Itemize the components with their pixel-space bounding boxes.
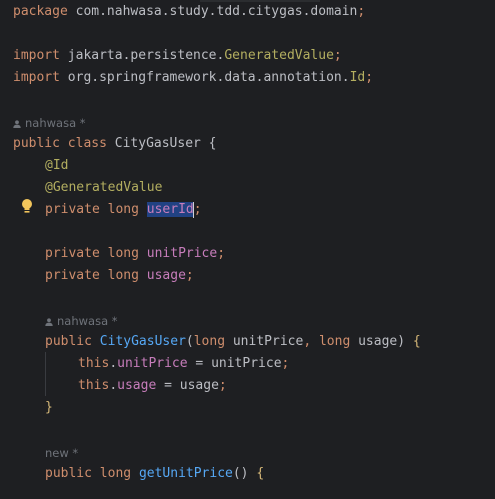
close-brace: }	[45, 400, 53, 415]
code-line-field-usage[interactable]: private long usage;	[45, 265, 194, 287]
param-name: usage	[358, 334, 398, 349]
semicolon: ;	[333, 48, 342, 63]
annotation: @GeneratedValue	[45, 180, 163, 195]
keyword: import	[13, 48, 60, 63]
class-author-hint[interactable]: nahwasa *	[13, 114, 86, 132]
code-line-field-unitprice[interactable]: private long unitPrice;	[45, 243, 225, 265]
indent-guide	[45, 352, 46, 396]
param-name: usage	[179, 378, 219, 393]
keyword: long	[107, 268, 139, 283]
code-line-field-userid[interactable]: private long userId;	[45, 199, 202, 221]
keyword: long	[107, 246, 139, 261]
semicolon: ;	[281, 356, 290, 371]
keyword: public	[13, 136, 60, 151]
author-name: nahwasa *	[57, 314, 118, 328]
semicolon: ;	[217, 246, 226, 261]
semicolon: ;	[365, 70, 374, 85]
keyword: long	[99, 466, 132, 481]
open-paren: (	[185, 334, 194, 349]
field-name: usage	[146, 268, 186, 283]
code-line-package[interactable]: package com.nahwasa.study.tdd.citygas.do…	[13, 1, 365, 23]
code-line-getter-decl[interactable]: public long getUnitPrice() {	[45, 463, 264, 485]
field-name: unitPrice	[117, 356, 188, 371]
code-line-annotation-id[interactable]: @Id	[45, 155, 68, 177]
code-line-close-brace[interactable]: }	[45, 397, 53, 419]
semicolon: ;	[185, 268, 194, 283]
code-line-import-generatedvalue[interactable]: import jakarta.persistence.GeneratedValu…	[13, 45, 342, 67]
keyword: long	[193, 334, 226, 349]
import-class: Id	[349, 70, 366, 85]
semicolon: ;	[193, 202, 202, 217]
parens: ()	[232, 466, 249, 481]
param-name: unitPrice	[211, 356, 282, 371]
keyword: public	[45, 334, 92, 349]
param-name: unitPrice	[232, 334, 304, 349]
keyword: package	[13, 4, 68, 19]
keyword: long	[107, 202, 139, 217]
field-name: usage	[117, 378, 157, 393]
keyword: this	[78, 356, 110, 371]
lightbulb-icon[interactable]	[20, 198, 34, 216]
keyword: private	[45, 246, 100, 261]
method-name: getUnitPrice	[138, 466, 233, 481]
author-name: nahwasa *	[25, 116, 86, 130]
open-brace: {	[248, 466, 265, 481]
package-name: com.nahwasa.study.tdd.citygas.domain	[75, 4, 358, 19]
semicolon: ;	[218, 378, 227, 393]
field-name: unitPrice	[146, 246, 218, 261]
new-code-hint[interactable]: new *	[45, 444, 78, 462]
import-package: org.springframework.data.annotation.	[67, 70, 350, 85]
code-line-import-id[interactable]: import org.springframework.data.annotati…	[13, 67, 373, 89]
semicolon: ;	[357, 4, 366, 19]
selected-identifier[interactable]: userId	[146, 202, 194, 217]
keyword: public	[45, 466, 92, 481]
code-line-assign-unitprice[interactable]: this.unitPrice = unitPrice;	[78, 353, 289, 375]
user-icon	[45, 318, 53, 326]
class-name: CityGasUser	[114, 136, 201, 151]
constructor-name: CityGasUser	[99, 334, 186, 349]
constructor-author-hint[interactable]: nahwasa *	[45, 312, 118, 330]
keyword: import	[13, 70, 60, 85]
code-line-class-decl[interactable]: public class CityGasUser {	[13, 133, 217, 155]
user-icon	[13, 120, 21, 128]
annotation: @Id	[45, 158, 69, 173]
dot: .	[109, 356, 118, 371]
import-class: GeneratedValue	[224, 48, 334, 63]
import-package: jakarta.persistence.	[67, 48, 225, 63]
code-editor[interactable]: package com.nahwasa.study.tdd.citygas.do…	[0, 0, 495, 499]
new-hint-label: new *	[45, 446, 79, 460]
dot: .	[109, 378, 118, 393]
keyword: class	[67, 136, 107, 151]
code-line-constructor-decl[interactable]: public CityGasUser(long unitPrice, long …	[45, 331, 421, 353]
close-paren: )	[397, 334, 406, 349]
code-line-assign-usage[interactable]: this.usage = usage;	[78, 375, 227, 397]
comma: ,	[303, 334, 312, 349]
keyword: private	[45, 202, 100, 217]
open-brace: {	[405, 334, 421, 349]
code-line-annotation-generated[interactable]: @GeneratedValue	[45, 177, 162, 199]
keyword: long	[318, 334, 351, 349]
keyword: private	[45, 268, 100, 283]
open-brace: {	[200, 136, 217, 151]
keyword: this	[78, 378, 110, 393]
